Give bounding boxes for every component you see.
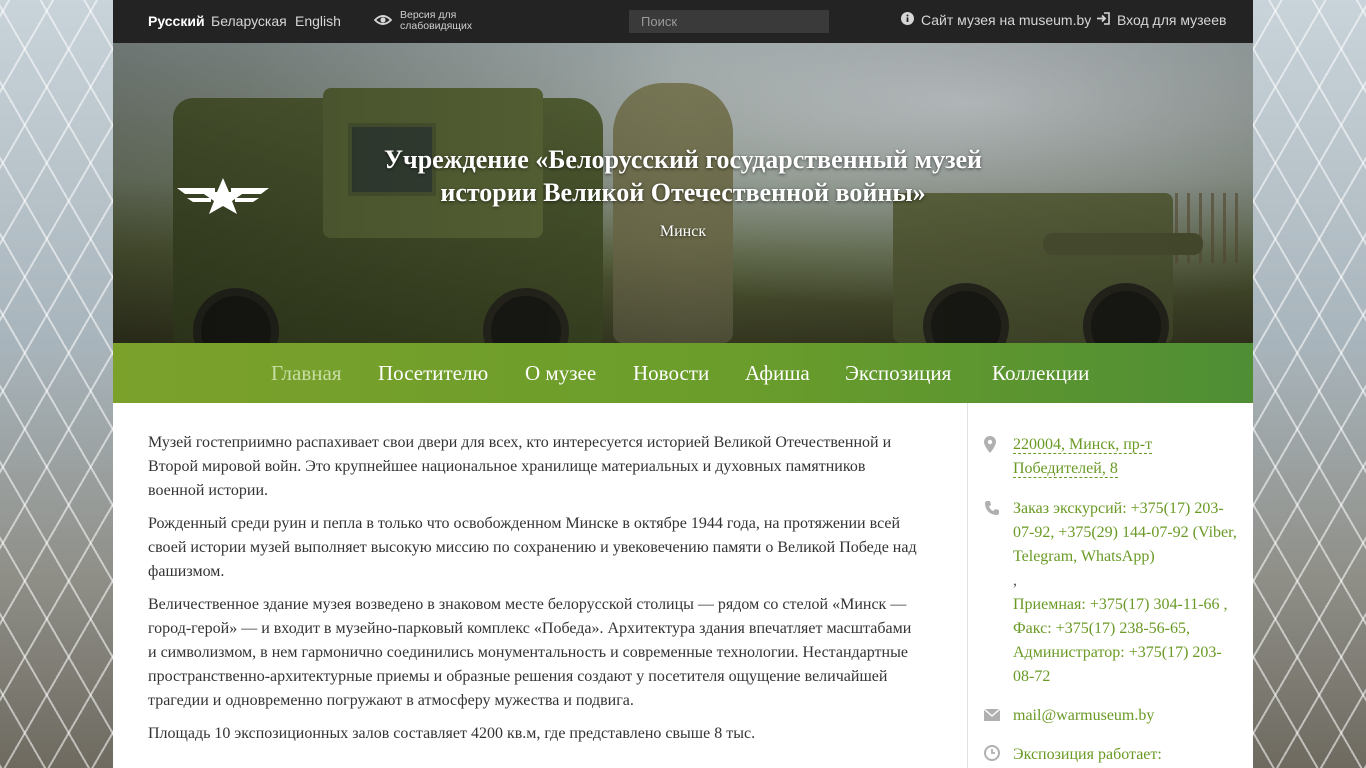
- nav-visitor[interactable]: Посетителю: [378, 361, 488, 386]
- search-input[interactable]: [629, 10, 829, 33]
- address-text: 220004, Минск, пр-т Победителей, 8: [1013, 436, 1153, 478]
- envelope-icon: [983, 708, 1001, 726]
- top-bar: Русский Беларуская English Версия для сл…: [113, 0, 1253, 43]
- login-icon: [1096, 12, 1111, 28]
- paragraph: Величественное здание музея возведено в …: [148, 596, 912, 709]
- map-marker-icon: [984, 436, 996, 458]
- low-vision-version-link[interactable]: Версия для слабовидящих: [373, 10, 472, 32]
- nav-collections[interactable]: Коллекции: [992, 361, 1089, 386]
- museum-city: Минск: [659, 223, 707, 240]
- phone-icon: [984, 500, 1000, 521]
- content-area: Музей гостеприимно распахивает свои двер…: [113, 403, 1253, 768]
- museum-site-link[interactable]: Сайт музея на museum.by: [901, 12, 1091, 28]
- info-icon: [901, 12, 914, 28]
- museum-login-link[interactable]: Вход для музеев: [1096, 12, 1226, 28]
- hours-label: Экспозиция работает:: [1013, 746, 1162, 763]
- nav-news[interactable]: Новости: [633, 361, 709, 386]
- lang-belarusian-link[interactable]: Беларуская: [211, 13, 287, 29]
- clock-icon: [984, 745, 1000, 766]
- page-container: Русский Беларуская English Версия для сл…: [113, 0, 1253, 768]
- address-link[interactable]: 220004, Минск, пр-т Победителей, 8: [1013, 433, 1243, 481]
- phones-separator: ,: [1013, 572, 1017, 589]
- main-nav: Главная Посетителю О музее Новости Афиша…: [113, 343, 1253, 403]
- paragraph: Музей гостеприимно распахивает свои двер…: [148, 434, 892, 499]
- hero-banner: Учреждение «Белорусский государственный …: [113, 43, 1253, 343]
- excursion-phones[interactable]: Заказ экскурсий: +375(17) 203-07-92, +37…: [1013, 497, 1243, 569]
- contact-sidebar: 220004, Минск, пр-т Победителей, 8 Заказ…: [967, 403, 1254, 768]
- eye-icon: [373, 13, 393, 29]
- museum-title-line1: Учреждение «Белорусский государственный …: [383, 145, 983, 174]
- museum-login-label: Вход для музеев: [1117, 12, 1227, 28]
- paragraph: Площадь 10 экспозиционных залов составля…: [148, 725, 756, 742]
- nav-events[interactable]: Афиша: [745, 361, 810, 386]
- office-phones[interactable]: Приемная: +375(17) 304-11-66 , Факс: +37…: [1013, 593, 1243, 689]
- nav-about[interactable]: О музее: [525, 361, 596, 386]
- lang-english-link[interactable]: English: [295, 13, 341, 29]
- nav-exposition[interactable]: Экспозиция: [845, 361, 951, 386]
- nav-home[interactable]: Главная: [271, 361, 342, 386]
- low-vision-label: Версия для слабовидящих: [400, 10, 472, 32]
- main-text: Музей гостеприимно распахивает свои двер…: [148, 431, 918, 755]
- email-link[interactable]: mail@warmuseum.by: [1013, 704, 1243, 728]
- low-vision-label-line2: слабовидящих: [400, 20, 473, 32]
- museum-site-label: Сайт музея на museum.by: [921, 12, 1092, 28]
- museum-title: Учреждение «Белорусский государственный …: [113, 143, 1253, 209]
- phones-block: Заказ экскурсий: +375(17) 203-07-92, +37…: [1013, 497, 1243, 689]
- paragraph: Рожденный среди руин и пепла в только чт…: [148, 515, 917, 580]
- lang-russian-link[interactable]: Русский: [148, 13, 205, 29]
- museum-title-line2: истории Великой Отечественной войны»: [440, 178, 926, 207]
